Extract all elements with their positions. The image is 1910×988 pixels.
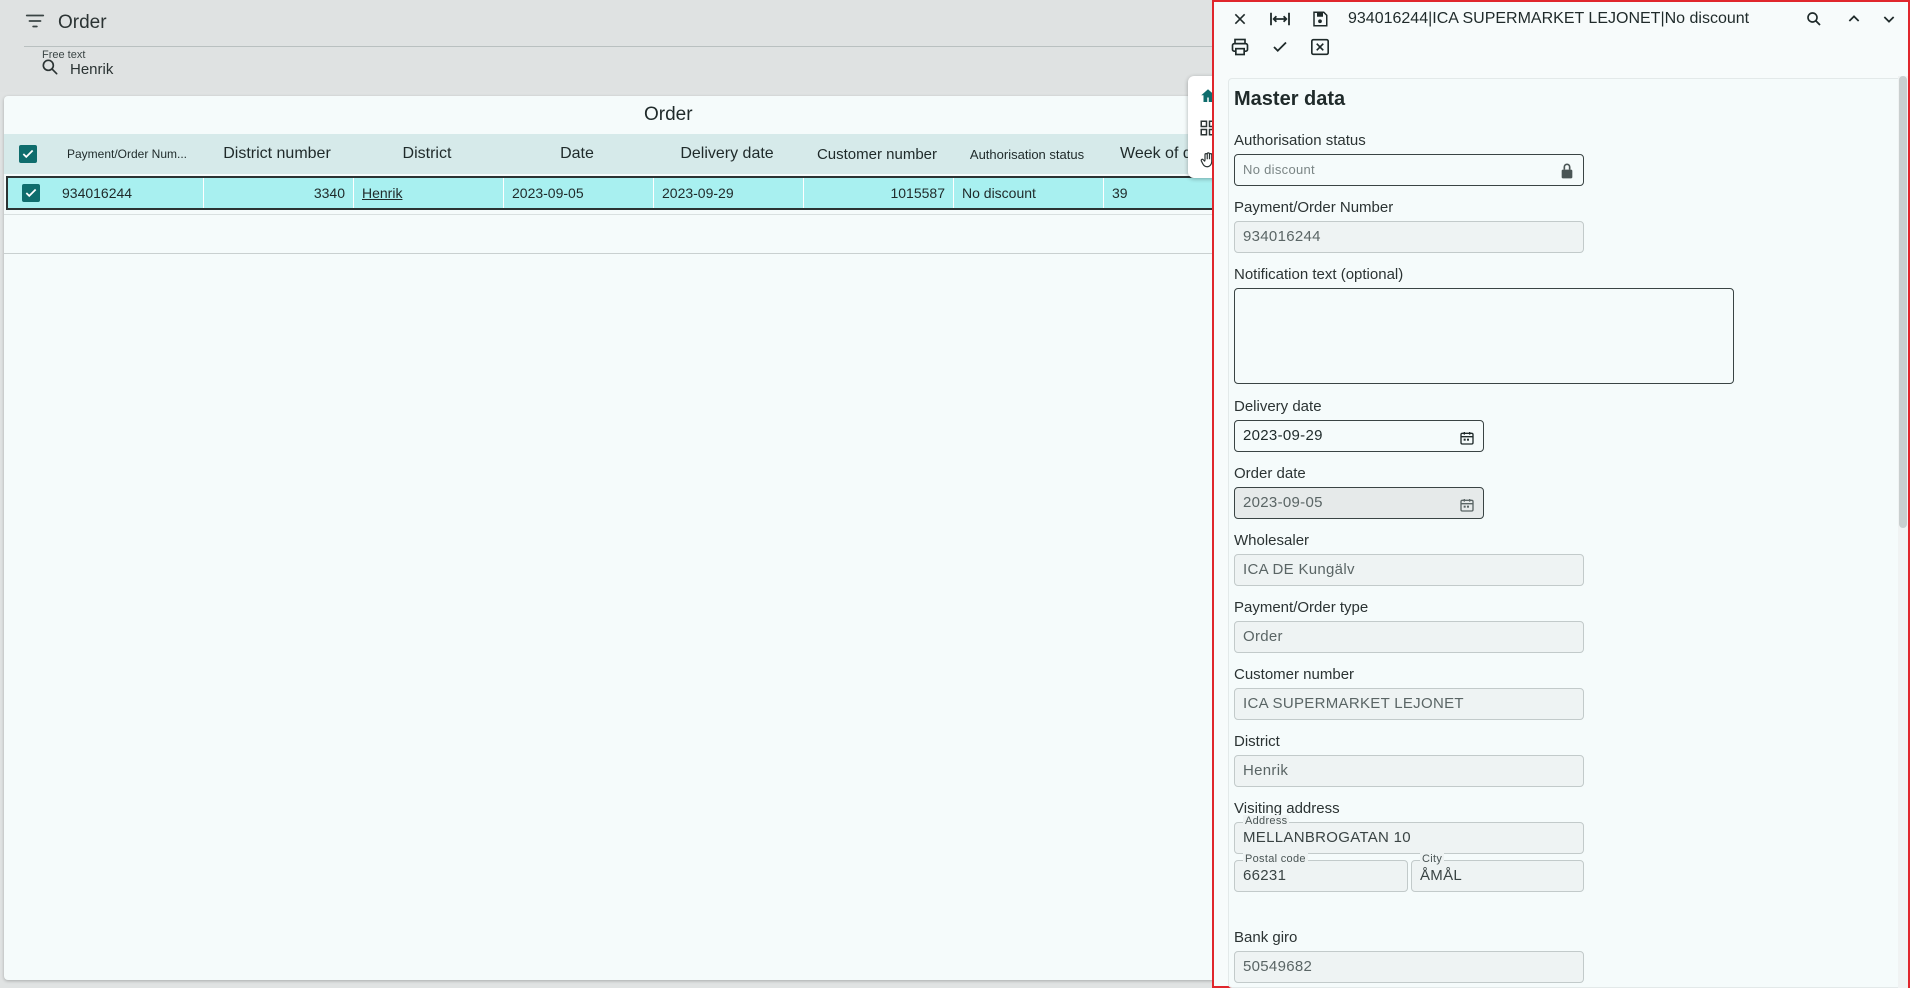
- chevron-down-icon[interactable]: [1874, 6, 1904, 32]
- order-type-field: Order: [1234, 621, 1584, 653]
- city-label: City: [1420, 853, 1445, 865]
- column-header-district-number[interactable]: District number: [202, 134, 352, 174]
- check-icon[interactable]: [1260, 34, 1300, 60]
- cell-order-number: 934016244: [54, 178, 204, 208]
- detail-toolbar-right: [1794, 6, 1904, 32]
- chevron-up-icon[interactable]: [1834, 6, 1874, 32]
- city-field: City ÅMÅL: [1411, 853, 1584, 892]
- district-label: District: [1234, 733, 1280, 750]
- notification-textarea[interactable]: [1234, 288, 1734, 384]
- cell-customer-number: 1015587: [804, 178, 954, 208]
- cell-authorisation-status: No discount: [954, 178, 1104, 208]
- column-header-delivery-date[interactable]: Delivery date: [652, 134, 802, 174]
- postal-code-field: Postal code 66231: [1234, 853, 1408, 892]
- filter-title-row: Order: [24, 8, 107, 38]
- save-icon[interactable]: [1300, 6, 1340, 32]
- wholesaler-label: Wholesaler: [1234, 532, 1310, 549]
- city-value: ÅMÅL: [1420, 867, 1463, 884]
- notification-label: Notification text (optional): [1234, 266, 1404, 283]
- address-field: Address MELLANBROGATAN 10: [1234, 815, 1584, 854]
- lock-icon: [1559, 161, 1575, 191]
- delivery-date-value[interactable]: 2023-09-29: [1243, 427, 1323, 444]
- order-date-label: Order date: [1234, 465, 1306, 482]
- customer-number-field: ICA SUPERMARKET LEJONET: [1234, 688, 1584, 720]
- detail-toolbar-bottom: [1220, 34, 1340, 60]
- close-icon[interactable]: [1220, 6, 1260, 32]
- address-value: MELLANBROGATAN 10: [1243, 829, 1411, 846]
- column-header-customer-number[interactable]: Customer number: [802, 134, 952, 174]
- filter-divider: [24, 46, 1212, 47]
- free-text-field[interactable]: Henrik: [40, 58, 113, 80]
- district-field: Henrik: [1234, 755, 1584, 787]
- authorisation-status-label: Authorisation status: [1234, 132, 1366, 149]
- filter-header: Order Free text Henrik: [0, 0, 1212, 92]
- cell-district-link[interactable]: Henrik: [354, 178, 504, 208]
- column-header-order-number[interactable]: Payment/Order Num...: [52, 134, 202, 174]
- cell-date: 2023-09-05: [504, 178, 654, 208]
- postal-code-label: Postal code: [1243, 853, 1308, 865]
- row-checkbox-cell[interactable]: [8, 184, 54, 202]
- order-panel: Order Payment/Order Num... District numb…: [4, 96, 1216, 980]
- postal-code-value: 66231: [1243, 867, 1287, 884]
- bank-giro-field: 50549682: [1234, 951, 1584, 983]
- bank-giro-label: Bank giro: [1234, 929, 1298, 946]
- wholesaler-field: ICA DE Kungälv: [1234, 554, 1584, 586]
- search-icon[interactable]: [1794, 6, 1834, 32]
- column-header-district[interactable]: District: [352, 134, 502, 174]
- order-date-value: 2023-09-05: [1243, 494, 1323, 511]
- free-text-value[interactable]: Henrik: [70, 61, 113, 78]
- cell-week: 39: [1112, 185, 1128, 201]
- authorisation-status-value: No discount: [1243, 162, 1315, 177]
- table-row[interactable]: 934016244 3340 Henrik 2023-09-05 2023-09…: [6, 176, 1216, 210]
- address-label: Address: [1243, 815, 1290, 827]
- table-empty-row: [4, 214, 1216, 254]
- cell-district-number: 3340: [204, 178, 354, 208]
- row-checkbox[interactable]: [22, 184, 40, 202]
- customer-number-label: Customer number: [1234, 666, 1355, 683]
- scrollbar-thumb[interactable]: [1899, 76, 1907, 528]
- delivery-date-label: Delivery date: [1234, 398, 1322, 415]
- order-number-label: Payment/Order Number: [1234, 199, 1394, 216]
- cancel-box-icon[interactable]: [1300, 34, 1340, 60]
- cell-delivery-date: 2023-09-29: [654, 178, 804, 208]
- authorisation-status-field: No discount: [1234, 154, 1584, 186]
- column-header-date[interactable]: Date: [502, 134, 652, 174]
- order-number-field: 934016244: [1234, 221, 1584, 253]
- column-header-authorisation-status[interactable]: Authorisation status: [952, 134, 1102, 174]
- select-all-checkbox[interactable]: [19, 145, 37, 163]
- calendar-icon[interactable]: [1459, 427, 1475, 457]
- filter-icon[interactable]: [24, 10, 46, 37]
- expand-width-icon[interactable]: [1260, 6, 1300, 32]
- detail-title: 934016244|ICA SUPERMARKET LEJONET|No dis…: [1348, 10, 1750, 27]
- detail-toolbar-top: 934016244|ICA SUPERMARKET LEJONET|No dis…: [1220, 6, 1904, 32]
- calendar-icon: [1459, 494, 1475, 524]
- detail-panel: 934016244|ICA SUPERMARKET LEJONET|No dis…: [1212, 0, 1910, 988]
- search-icon: [40, 57, 60, 82]
- delivery-date-field[interactable]: 2023-09-29: [1234, 420, 1484, 452]
- print-icon[interactable]: [1220, 34, 1260, 60]
- table-header: Payment/Order Num... District number Dis…: [4, 134, 1216, 174]
- section-title: Master data: [1234, 88, 1346, 110]
- order-date-field: 2023-09-05: [1234, 487, 1484, 519]
- order-panel-title: Order: [644, 104, 693, 125]
- order-type-label: Payment/Order type: [1234, 599, 1369, 616]
- select-all-checkbox-cell[interactable]: [4, 145, 52, 163]
- filter-title: Order: [58, 12, 107, 33]
